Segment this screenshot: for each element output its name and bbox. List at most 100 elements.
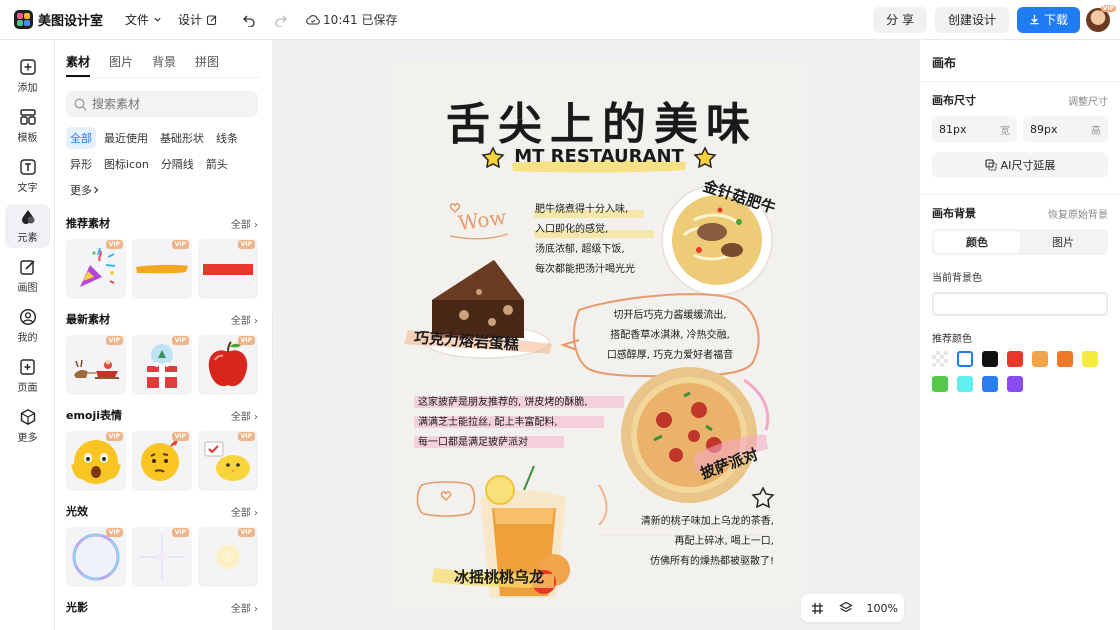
nav-more[interactable]: 更多 bbox=[5, 404, 50, 448]
app-logo[interactable]: 美图设计室 bbox=[14, 10, 103, 29]
asset-red-rectangle[interactable]: VIP bbox=[198, 239, 258, 299]
search-input[interactable] bbox=[92, 97, 242, 111]
chick-emoji-image bbox=[204, 441, 250, 481]
nav-draw[interactable]: 画图 bbox=[5, 254, 50, 298]
nav-text[interactable]: 文字 bbox=[5, 154, 50, 198]
recommend-colors-label: 推荐颜色 bbox=[932, 334, 972, 345]
asset-star-sparkle[interactable]: VIP bbox=[132, 527, 192, 587]
asset-santa-sleigh[interactable]: VIP bbox=[66, 335, 126, 395]
chevron-down-icon bbox=[154, 17, 161, 22]
poster-title[interactable]: 舌尖上的美味 bbox=[442, 88, 762, 152]
swatch-light-orange[interactable] bbox=[1032, 351, 1048, 367]
nav-page[interactable]: 页面 bbox=[5, 354, 50, 398]
canvas-area: 舌尖上的美味 MT RESTAURANT Wow 金针菇肥牛 肥牛烧煮得十分入味… bbox=[273, 40, 919, 630]
share-button[interactable]: 分 享 bbox=[873, 6, 927, 33]
chip-icons[interactable]: 图标icon bbox=[100, 153, 153, 175]
chip-dividers[interactable]: 分隔线 bbox=[157, 153, 198, 175]
asset-shocked-emoji[interactable]: VIP bbox=[66, 431, 126, 491]
tea-line: 再配上碎冰, 喝上一口, bbox=[674, 536, 774, 547]
asset-orange-brush[interactable]: VIP bbox=[132, 239, 192, 299]
bg-image-tab[interactable]: 图片 bbox=[1020, 231, 1106, 253]
asset-thinking-emoji[interactable]: VIP bbox=[132, 431, 192, 491]
chip-lines[interactable]: 线条 bbox=[212, 127, 242, 149]
see-all-link[interactable]: 全部 › bbox=[231, 408, 258, 423]
beef-description[interactable]: 肥牛烧煮得十分入味, 入口即化的感觉, 汤底浓郁, 超级下饭, 每次都能把汤汁喝… bbox=[535, 200, 635, 280]
asset-party-popper[interactable]: VIP bbox=[66, 239, 126, 299]
height-input[interactable] bbox=[1030, 122, 1080, 136]
asset-red-apple[interactable]: VIP bbox=[198, 335, 258, 395]
asset-snow-globe[interactable]: VIP bbox=[132, 335, 192, 395]
see-all-link[interactable]: 全部 › bbox=[231, 312, 258, 327]
see-all-link[interactable]: 全部 › bbox=[231, 600, 258, 615]
save-status-text: 10:41 已保存 bbox=[323, 13, 398, 27]
zoom-level[interactable]: 100% bbox=[867, 602, 898, 615]
undo-button[interactable] bbox=[238, 9, 260, 31]
chip-more[interactable]: 更多 bbox=[66, 179, 104, 201]
create-design-button[interactable]: 创建设计 bbox=[934, 6, 1009, 33]
width-field[interactable]: 宽 bbox=[932, 116, 1017, 142]
star-icon bbox=[751, 486, 775, 509]
swatch-red[interactable] bbox=[1007, 351, 1023, 367]
nav-add[interactable]: 添加 bbox=[5, 54, 50, 98]
swatch-blue[interactable] bbox=[982, 376, 998, 392]
canvas-settings-panel: 画布 画布尺寸 调整尺寸 宽 高 AI尺寸延展 画布背景 恢复原始背景 颜色 图… bbox=[919, 40, 1120, 630]
tab-images[interactable]: 图片 bbox=[109, 53, 133, 77]
swatch-yellow[interactable] bbox=[1082, 351, 1098, 367]
restore-bg-link[interactable]: 恢复原始背景 bbox=[1048, 206, 1108, 221]
cake-description[interactable]: 切开后巧克力酱缓缓流出, 搭配香草冰淇淋, 冷热交融, 口感醇厚, 巧克力爱好者… bbox=[590, 306, 750, 366]
design-menu[interactable]: 设计 bbox=[178, 11, 218, 28]
ai-resize-button[interactable]: AI尺寸延展 bbox=[932, 152, 1108, 178]
download-button[interactable]: 下载 bbox=[1016, 6, 1080, 33]
tea-label[interactable]: 冰摇桃桃乌龙 bbox=[454, 566, 544, 587]
grid-button[interactable] bbox=[807, 597, 829, 619]
see-all-link[interactable]: 全部 › bbox=[231, 216, 258, 231]
see-all-link[interactable]: 全部 › bbox=[231, 504, 258, 519]
grid-icon bbox=[812, 602, 824, 614]
adjust-size-link[interactable]: 调整尺寸 bbox=[1068, 93, 1108, 108]
undo-icon bbox=[243, 15, 255, 27]
tab-collage[interactable]: 拼图 bbox=[195, 53, 219, 77]
see-all-label: 全部 bbox=[230, 219, 251, 231]
layers-button[interactable] bbox=[835, 597, 857, 619]
pizza-description[interactable]: 这家披萨是朋友推荐的, 饼皮烤的酥脆, 满满芝士能拉丝, 配上丰富配料, 每一口… bbox=[418, 393, 588, 453]
chip-all[interactable]: 全部 bbox=[66, 127, 96, 149]
zoom-toolbar: 100% bbox=[800, 594, 904, 622]
search-box[interactable] bbox=[66, 91, 258, 117]
asset-bubble-ring[interactable]: VIP bbox=[66, 527, 126, 587]
poster-canvas[interactable]: 舌尖上的美味 MT RESTAURANT Wow 金针菇肥牛 肥牛烧煮得十分入味… bbox=[394, 60, 805, 610]
nav-template[interactable]: 模板 bbox=[5, 104, 50, 148]
chevron-right-icon bbox=[94, 186, 99, 194]
current-bg-color-picker[interactable] bbox=[932, 292, 1108, 316]
tab-materials[interactable]: 素材 bbox=[66, 53, 91, 77]
chip-recent[interactable]: 最近使用 bbox=[100, 127, 152, 149]
asset-soft-glow[interactable]: VIP bbox=[198, 527, 258, 587]
see-all-label: 全部 bbox=[230, 507, 251, 519]
poster-subtitle[interactable]: MT RESTAURANT bbox=[512, 146, 686, 167]
swatch-black[interactable] bbox=[982, 351, 998, 367]
nav-mine-label: 我的 bbox=[17, 333, 38, 344]
swatch-purple[interactable] bbox=[1007, 376, 1023, 392]
nav-elements[interactable]: 元素 bbox=[5, 204, 50, 248]
bg-color-tab[interactable]: 颜色 bbox=[934, 231, 1020, 253]
user-avatar[interactable]: VIP bbox=[1086, 4, 1116, 32]
height-field[interactable]: 高 bbox=[1023, 116, 1108, 142]
swatch-white[interactable] bbox=[957, 351, 973, 367]
chip-irregular[interactable]: 异形 bbox=[66, 153, 96, 175]
swatch-cyan[interactable] bbox=[957, 376, 973, 392]
ai-expand-icon bbox=[985, 159, 997, 171]
chip-arrows[interactable]: 箭头 bbox=[202, 153, 232, 175]
tab-backgrounds[interactable]: 背景 bbox=[152, 53, 176, 77]
tea-description[interactable]: 清新的桃子味加上乌龙的茶香, 再配上碎冰, 喝上一口, 仿佛所有的燥热都被驱散了… bbox=[598, 512, 774, 572]
swatch-green[interactable] bbox=[932, 376, 948, 392]
redo-button[interactable] bbox=[270, 9, 292, 31]
nav-mine[interactable]: 我的 bbox=[5, 304, 50, 348]
heart-doodle bbox=[440, 491, 452, 502]
file-menu[interactable]: 文件 bbox=[125, 11, 162, 28]
swatch-orange[interactable] bbox=[1057, 351, 1073, 367]
plus-square-icon bbox=[19, 59, 36, 75]
width-input[interactable] bbox=[939, 122, 989, 136]
swatch-transparent[interactable] bbox=[932, 351, 948, 367]
chip-basic-shapes[interactable]: 基础形状 bbox=[156, 127, 208, 149]
asset-chick-emoji[interactable]: VIP bbox=[198, 431, 258, 491]
cube-icon bbox=[20, 408, 35, 426]
